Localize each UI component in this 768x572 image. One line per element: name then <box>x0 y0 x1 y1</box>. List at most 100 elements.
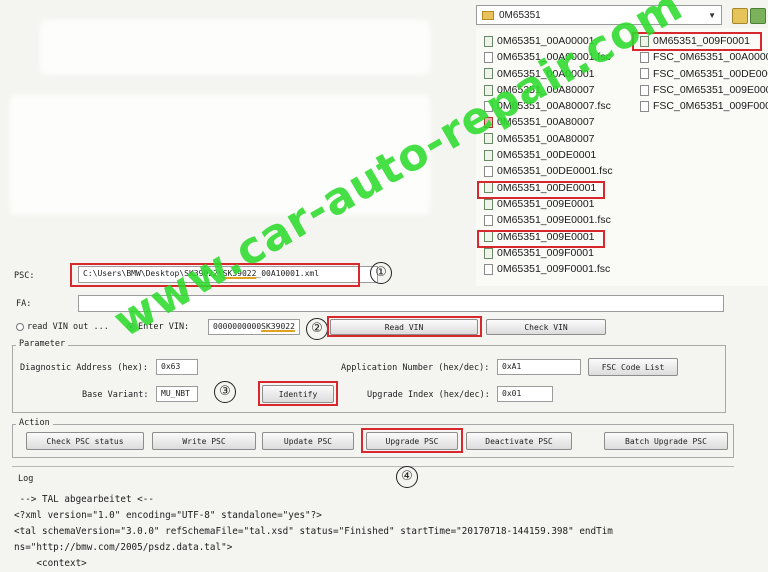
batch-upgrade-psc-button[interactable]: Batch Upgrade PSC <box>604 432 728 450</box>
radio-read-vin-label: read VIN out ... <box>27 322 109 332</box>
file-item[interactable]: 0M65351_00A00001 <box>480 66 630 82</box>
folder-name: 0M65351 <box>499 9 541 21</box>
file-item[interactable]: FSC_0M65351_009E000 <box>636 82 768 98</box>
file-item[interactable]: 0M65351_00A80007.fsc <box>480 98 630 114</box>
file-item[interactable]: 0M65351_00A80007 <box>480 131 630 147</box>
parameter-title: Parameter <box>16 339 69 349</box>
file-name: 0M65351_00A80007.fsc <box>497 100 611 113</box>
update-psc-button[interactable]: Update PSC <box>262 432 354 450</box>
blurred-region-top <box>40 20 430 75</box>
radio-read-vin-icon[interactable] <box>16 322 24 331</box>
highlight-upgrade-psc <box>361 428 463 453</box>
file-icon <box>484 214 493 226</box>
diagnostic-address-field[interactable]: 0x63 <box>156 359 198 375</box>
diagnostic-address-label: Diagnostic Address (hex): <box>20 363 148 373</box>
log-line: --> TAL abgearbeitet <-- <box>14 494 154 505</box>
file-name: 0M65351_00A00001.fsc <box>497 51 611 64</box>
deactivate-psc-button[interactable]: Deactivate PSC <box>466 432 572 450</box>
file-icon <box>640 100 649 112</box>
write-psc-button[interactable]: Write PSC <box>152 432 256 450</box>
radio-enter-vin[interactable]: Enter VIN: <box>127 322 189 332</box>
check-vin-button[interactable]: Check VIN <box>486 319 606 335</box>
log-title: Log <box>18 474 34 484</box>
psc-label: PSC: <box>14 271 35 281</box>
folder-icon <box>482 10 494 20</box>
highlight-file-009F0001 <box>632 32 762 51</box>
step-marker-2: ② <box>306 318 328 340</box>
vin-input[interactable]: 0000000000SK39022 <box>208 319 300 335</box>
file-item[interactable]: FSC_0M65351_00DE000 <box>636 66 768 82</box>
file-item[interactable]: 0M65351_00DE0001.fsc <box>480 163 630 179</box>
fa-field[interactable] <box>78 295 724 312</box>
radio-read-vin[interactable]: read VIN out ... <box>16 322 109 332</box>
file-name: 0M65351_00A80007 <box>497 116 595 129</box>
file-name: 0M65351_00A00001 <box>497 35 595 47</box>
chevron-down-icon[interactable]: ▼ <box>708 11 716 20</box>
file-item[interactable]: 0M65351_009F0001.fsc <box>480 261 630 277</box>
application-number-label: Application Number (hex/dec): <box>341 363 490 373</box>
file-icon <box>484 84 493 96</box>
file-name: FSC_0M65351_00DE000 <box>653 67 768 80</box>
log-line: <tal schemaVersion="3.0.0" refSchemaFile… <box>14 526 613 537</box>
file-name: FSC_0M65351_009F000 <box>653 100 768 113</box>
fa-label: FA: <box>16 299 32 309</box>
file-name: 0M65351_009E0001.fsc <box>497 214 611 227</box>
highlight-file-009E0001 <box>477 230 605 248</box>
check-psc-status-button[interactable]: Check PSC status <box>26 432 144 450</box>
fsc-code-list-button[interactable]: FSC Code List <box>588 358 678 376</box>
base-variant-field[interactable]: MU_NBT <box>156 386 198 402</box>
file-name: FSC_0M65351_00A0000 <box>653 51 768 64</box>
file-name: FSC_0M65351_009E000 <box>653 83 768 96</box>
vin-highlight: SK39022 <box>261 322 295 331</box>
log-output: --> TAL abgearbeitet <-- <?xml version="1… <box>14 492 768 572</box>
file-item[interactable]: 0M65351_00A00001.fsc <box>480 49 630 65</box>
file-icon <box>484 35 493 47</box>
file-icon <box>484 166 493 178</box>
radio-enter-vin-icon[interactable] <box>127 322 135 331</box>
file-icon <box>484 133 493 145</box>
file-icon <box>484 247 493 259</box>
file-item[interactable]: 0M65351_00A80007 <box>480 82 630 98</box>
file-item[interactable]: 0M65351_00A00001 <box>480 33 630 49</box>
file-icon <box>640 51 649 63</box>
file-item[interactable]: 0M65351_009E0001.fsc <box>480 212 630 228</box>
highlight-file-00DE0001 <box>477 181 605 199</box>
file-name: 0M65351_00DE0001 <box>497 149 597 162</box>
file-icon <box>484 68 493 80</box>
blurred-region-mid <box>10 95 430 215</box>
file-name: 0M65351_00A80007 <box>497 83 595 96</box>
file-name: 0M65351_009F0001.fsc <box>497 263 611 276</box>
file-icon <box>484 117 493 129</box>
upgrade-index-field[interactable]: 0x01 <box>497 386 553 402</box>
highlight-read-vin <box>327 316 482 337</box>
folder-dropdown[interactable]: 0M65351 ▼ <box>476 5 722 25</box>
vin-prefix: 0000000000 <box>213 322 262 331</box>
step-marker-3: ③ <box>214 381 236 403</box>
file-item[interactable]: 0M65351_00A80007 <box>480 114 630 130</box>
log-line: ns="http://bmw.com/2005/psdz.data.tal"> <box>14 542 233 553</box>
up-folder-icon[interactable] <box>732 8 748 24</box>
file-icon <box>484 149 493 161</box>
file-icon <box>484 51 493 63</box>
file-icon <box>640 68 649 80</box>
file-item[interactable]: 0M65351_00DE0001 <box>480 147 630 163</box>
file-icon <box>484 100 493 112</box>
upgrade-index-label: Upgrade Index (hex/dec): <box>367 390 490 400</box>
log-line: <?xml version="1.0" encoding="UTF-8" sta… <box>14 510 322 521</box>
file-name: 0M65351_00A80007 <box>497 132 595 145</box>
file-icon <box>484 198 493 210</box>
step-marker-4: ④ <box>396 466 418 488</box>
action-title: Action <box>16 418 53 428</box>
file-icon <box>484 263 493 275</box>
file-name: 0M65351_00A00001 <box>497 67 595 80</box>
new-folder-icon[interactable] <box>750 8 766 24</box>
file-name: 0M65351_00DE0001.fsc <box>497 165 613 178</box>
file-item[interactable]: FSC_0M65351_009F000 <box>636 98 768 114</box>
application-number-field[interactable]: 0xA1 <box>497 359 581 375</box>
radio-enter-vin-label: Enter VIN: <box>138 322 190 332</box>
log-divider <box>12 466 734 467</box>
file-item[interactable]: FSC_0M65351_00A0000 <box>636 49 768 65</box>
highlight-identify <box>258 381 338 406</box>
base-variant-label: Base Variant: <box>82 390 149 400</box>
step-marker-1: ① <box>370 262 392 284</box>
